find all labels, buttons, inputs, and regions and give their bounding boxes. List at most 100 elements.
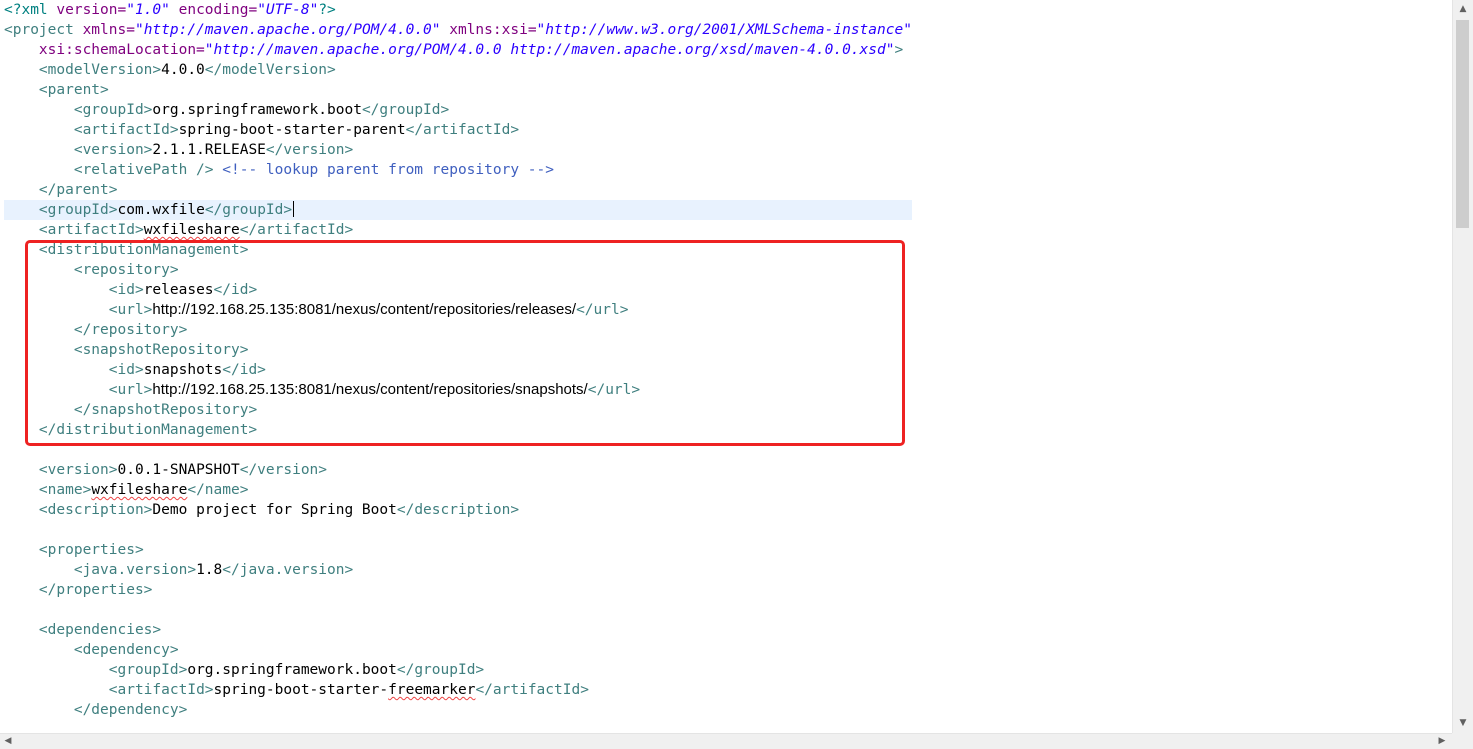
- xml-text: [4, 142, 74, 158]
- xml-tag: <description>: [38, 502, 153, 518]
- xml-text: [4, 262, 74, 278]
- xml-text: snapshots: [143, 362, 223, 378]
- xml-text: [4, 62, 39, 78]
- code-line[interactable]: <artifactId>wxfileshare</artifactId>: [4, 220, 912, 240]
- code-line[interactable]: <url>http://192.168.25.135:8081/nexus/co…: [4, 300, 912, 320]
- code-line[interactable]: </parent>: [4, 180, 912, 200]
- xml-text: [4, 462, 39, 478]
- xml-tag: </java.version>: [222, 562, 354, 578]
- xml-text: [4, 182, 39, 198]
- xml-tag: </groupId>: [361, 102, 450, 118]
- xml-attribute: version=: [56, 2, 127, 18]
- xml-comment: <!-- lookup parent from repository -->: [222, 162, 554, 178]
- xml-text: [4, 122, 74, 138]
- xml-text: [4, 422, 39, 438]
- code-line[interactable]: <version>0.0.1-SNAPSHOT</version>: [4, 460, 912, 480]
- code-line[interactable]: [4, 520, 912, 540]
- xml-attribute-value: "http://www.w3.org/2001/XMLSchema-instan…: [536, 22, 912, 38]
- code-line[interactable]: <id>snapshots</id>: [4, 360, 912, 380]
- xml-tag: <distributionManagement>: [38, 242, 249, 258]
- code-line[interactable]: <artifactId>spring-boot-starter-parent</…: [4, 120, 912, 140]
- code-line[interactable]: [4, 600, 912, 620]
- xml-tag: <id>: [108, 362, 144, 378]
- code-line[interactable]: <dependency>: [4, 640, 912, 660]
- xml-text: [4, 642, 74, 658]
- xml-tag: </version>: [239, 462, 328, 478]
- xml-text: [4, 42, 39, 58]
- xml-tag: </groupId>: [204, 202, 293, 218]
- code-line[interactable]: <url>http://192.168.25.135:8081/nexus/co…: [4, 380, 912, 400]
- xml-text: [4, 162, 74, 178]
- scroll-right-icon[interactable]: ▶: [1434, 734, 1450, 749]
- code-line[interactable]: <parent>: [4, 80, 912, 100]
- code-line[interactable]: </properties>: [4, 580, 912, 600]
- code-line[interactable]: <description>Demo project for Spring Boo…: [4, 500, 912, 520]
- xml-tag: </url>: [576, 302, 629, 318]
- code-lines[interactable]: <?xml version="1.0" encoding="UTF-8"?> <p…: [4, 0, 912, 720]
- code-line[interactable]: <project xmlns="http://maven.apache.org/…: [4, 20, 912, 40]
- code-line[interactable]: </repository>: [4, 320, 912, 340]
- xml-text: [4, 102, 74, 118]
- xml-tag: <project: [4, 22, 83, 38]
- xml-tag: <url>: [108, 302, 153, 318]
- xml-text: 4.0.0: [161, 62, 205, 78]
- xml-declaration: <?xml: [4, 2, 57, 18]
- xml-text: 0.0.1-SNAPSHOT: [117, 462, 240, 478]
- code-line[interactable]: <java.version>1.8</java.version>: [4, 560, 912, 580]
- xml-tag: </artifactId>: [405, 122, 520, 138]
- xml-tag: </parent>: [38, 182, 118, 198]
- code-editor[interactable]: <?xml version="1.0" encoding="UTF-8"?> <p…: [0, 0, 1452, 733]
- code-line[interactable]: <distributionManagement>: [4, 240, 912, 260]
- scroll-down-icon[interactable]: ▼: [1453, 714, 1473, 732]
- spellcheck-word: wxfileshare: [143, 222, 240, 238]
- xml-text: [4, 662, 109, 678]
- xml-declaration: ?>: [318, 2, 336, 18]
- scroll-left-icon[interactable]: ◀: [0, 734, 16, 749]
- xml-tag: <parent>: [38, 82, 109, 98]
- code-line[interactable]: [4, 440, 912, 460]
- code-line[interactable]: <name>wxfileshare</name>: [4, 480, 912, 500]
- code-line[interactable]: <id>releases</id>: [4, 280, 912, 300]
- xml-tag: <properties>: [38, 542, 144, 558]
- code-line[interactable]: <dependencies>: [4, 620, 912, 640]
- xml-text: [4, 302, 109, 318]
- xml-text-url: http://192.168.25.135:8081/nexus/content…: [152, 381, 588, 398]
- xml-tag: <name>: [38, 482, 92, 498]
- xml-tag: <groupId>: [108, 662, 188, 678]
- code-line[interactable]: <?xml version="1.0" encoding="UTF-8"?>: [4, 0, 912, 20]
- code-line[interactable]: </distributionManagement>: [4, 420, 912, 440]
- vertical-scroll-thumb[interactable]: [1456, 20, 1469, 228]
- code-line[interactable]: <repository>: [4, 260, 912, 280]
- spellcheck-word: wxfileshare: [91, 482, 188, 498]
- xml-tag: </properties>: [38, 582, 153, 598]
- horizontal-scrollbar[interactable]: ◀ ▶: [0, 733, 1452, 749]
- current-code-line[interactable]: <groupId>com.wxfile</groupId>: [4, 200, 912, 220]
- code-line[interactable]: <modelVersion>4.0.0</modelVersion>: [4, 60, 912, 80]
- xml-text: [4, 622, 39, 638]
- code-line[interactable]: <properties>: [4, 540, 912, 560]
- code-line[interactable]: <groupId>org.springframework.boot</group…: [4, 660, 912, 680]
- text-caret: [293, 201, 295, 217]
- xml-tag: <java.version>: [73, 562, 197, 578]
- xml-tag: <version>: [38, 462, 118, 478]
- code-line[interactable]: <artifactId>spring-boot-starter-freemark…: [4, 680, 912, 700]
- xml-text: 1.8: [196, 562, 223, 578]
- code-line[interactable]: <relativePath /> <!-- lookup parent from…: [4, 160, 912, 180]
- xml-tag: </dependency>: [73, 702, 188, 718]
- xml-text: Demo project for Spring Boot: [152, 502, 397, 518]
- xml-text: [4, 702, 74, 718]
- code-line[interactable]: </snapshotRepository>: [4, 400, 912, 420]
- code-line[interactable]: <snapshotRepository>: [4, 340, 912, 360]
- xml-tag: <id>: [108, 282, 144, 298]
- xml-tag: >: [894, 42, 904, 58]
- scroll-up-icon[interactable]: ▲: [1453, 0, 1473, 18]
- code-line[interactable]: <version>2.1.1.RELEASE</version>: [4, 140, 912, 160]
- xml-tag: </distributionManagement>: [38, 422, 258, 438]
- xml-text: [4, 682, 109, 698]
- code-line[interactable]: <groupId>org.springframework.boot</group…: [4, 100, 912, 120]
- xml-tag: </modelVersion>: [204, 62, 336, 78]
- vertical-scrollbar[interactable]: ▲ ▼: [1452, 0, 1473, 733]
- xml-text: [4, 482, 39, 498]
- code-line[interactable]: xsi:schemaLocation="http://maven.apache.…: [4, 40, 912, 60]
- code-line[interactable]: </dependency>: [4, 700, 912, 720]
